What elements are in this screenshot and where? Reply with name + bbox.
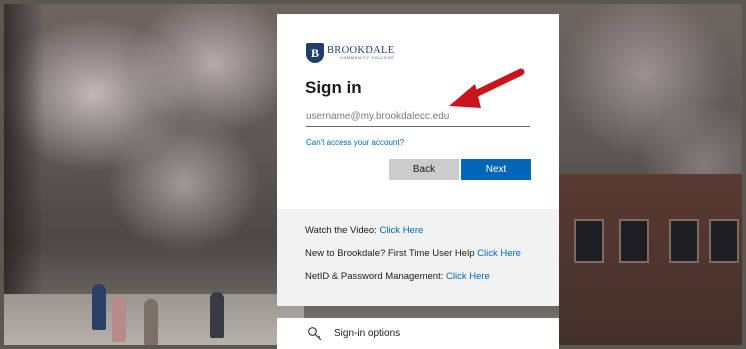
- background-person: [210, 292, 224, 338]
- signin-options-label: Sign-in options: [334, 328, 401, 339]
- video-link[interactable]: Click Here: [379, 225, 423, 236]
- video-text: Watch the Video:: [305, 225, 380, 236]
- info-panel: Watch the Video: Click Here New to Brook…: [277, 209, 559, 306]
- background-person: [112, 296, 126, 342]
- signin-options-button[interactable]: Sign-in options: [277, 318, 559, 349]
- netid-text: NetID & Password Management:: [305, 271, 446, 282]
- brookdale-logo: B BROOKDALE COMMUNITY COLLEGE: [306, 43, 394, 63]
- back-button[interactable]: Back: [389, 159, 459, 180]
- building-window: [709, 219, 739, 263]
- key-icon: [308, 326, 322, 340]
- help-text: New to Brookdale? First Time User Help: [305, 248, 478, 259]
- logo-name: BROOKDALE: [327, 44, 395, 56]
- netid-line: NetID & Password Management: Click Here: [305, 271, 490, 282]
- help-line: New to Brookdale? First Time User Help C…: [305, 248, 521, 259]
- logo-mark-icon: B: [306, 43, 324, 63]
- building-window: [574, 219, 604, 263]
- logo-mark-letter: B: [310, 45, 319, 60]
- next-button[interactable]: Next: [461, 159, 531, 180]
- cant-access-link[interactable]: Can't access your account?: [306, 138, 404, 147]
- red-arrow-icon: [449, 68, 525, 108]
- background-person: [92, 284, 106, 330]
- building-window: [669, 219, 699, 263]
- netid-link[interactable]: Click Here: [446, 271, 490, 282]
- logo-subtitle: COMMUNITY COLLEGE: [340, 56, 395, 60]
- help-link[interactable]: Click Here: [477, 248, 521, 259]
- building-window: [619, 219, 649, 263]
- background-building: [559, 174, 742, 345]
- background-person: [144, 299, 158, 345]
- page-title: Sign in: [305, 78, 362, 97]
- logo-text: BROOKDALE COMMUNITY COLLEGE: [327, 44, 395, 61]
- video-line: Watch the Video: Click Here: [305, 225, 423, 236]
